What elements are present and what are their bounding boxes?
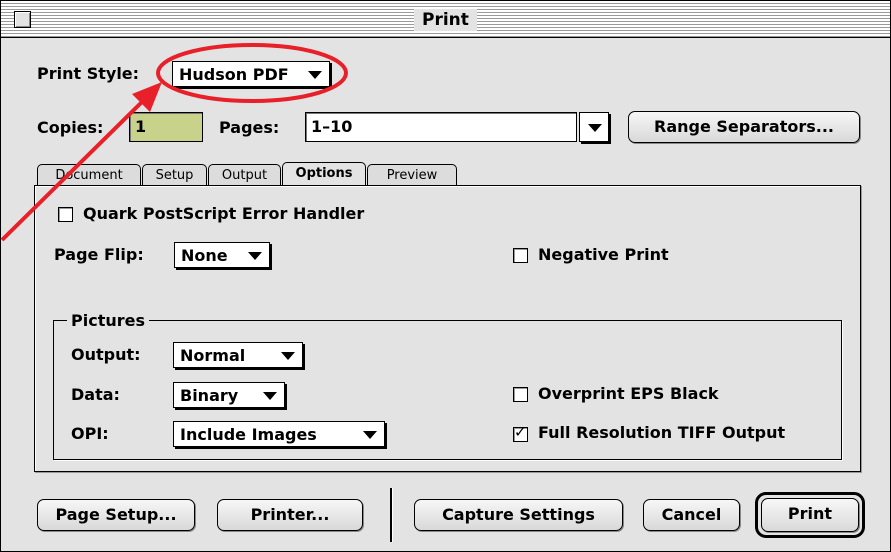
- button-divider: [390, 488, 392, 542]
- negative-print-label: Negative Print: [538, 245, 669, 264]
- window-title: Print: [414, 9, 477, 31]
- title-bar[interactable]: Print: [1, 1, 890, 38]
- full-resolution-tiff-checkbox[interactable]: ✓: [513, 423, 528, 442]
- data-label: Data:: [71, 385, 120, 404]
- capture-settings-button[interactable]: Capture Settings: [414, 499, 623, 531]
- opi-popup[interactable]: Include Images: [173, 421, 385, 447]
- page-setup-button[interactable]: Page Setup...: [37, 499, 195, 531]
- cancel-button[interactable]: Cancel: [643, 499, 740, 531]
- pages-label: Pages:: [219, 118, 280, 137]
- output-label: Output:: [71, 345, 141, 364]
- negative-print-checkbox[interactable]: [513, 248, 528, 263]
- overprint-eps-black-checkbox[interactable]: [513, 387, 528, 402]
- data-value: Binary: [180, 386, 239, 405]
- overprint-eps-black-label: Overprint EPS Black: [538, 384, 719, 403]
- page-flip-value: None: [181, 246, 228, 265]
- printer-button[interactable]: Printer...: [217, 499, 363, 531]
- print-style-popup[interactable]: Hudson PDF: [172, 61, 330, 87]
- range-separators-button[interactable]: Range Separators...: [628, 111, 860, 143]
- dropdown-arrow-icon: [588, 124, 602, 132]
- tab-preview[interactable]: Preview: [367, 164, 457, 186]
- pictures-group-title: Pictures: [67, 311, 149, 331]
- print-button[interactable]: Print: [761, 498, 859, 532]
- opi-value: Include Images: [180, 425, 317, 444]
- close-box[interactable]: [14, 11, 31, 28]
- tab-options[interactable]: Options: [282, 162, 366, 186]
- page-flip-label: Page Flip:: [54, 245, 144, 264]
- dropdown-arrow-icon: [263, 392, 277, 400]
- print-dialog: Print Print Style: Hudson PDF Copies: 1 …: [0, 0, 891, 552]
- print-style-label: Print Style:: [37, 64, 140, 83]
- print-style-value: Hudson PDF: [179, 65, 289, 84]
- dropdown-arrow-icon: [281, 352, 295, 360]
- quark-error-handler-label: Quark PostScript Error Handler: [83, 204, 365, 223]
- pages-menu-button[interactable]: [579, 112, 609, 142]
- tab-document[interactable]: Document: [37, 164, 141, 186]
- page-flip-popup[interactable]: None: [174, 242, 270, 268]
- dropdown-arrow-icon: [248, 252, 262, 260]
- tab-output[interactable]: Output: [208, 164, 281, 186]
- output-popup[interactable]: Normal: [173, 342, 303, 368]
- full-resolution-tiff-label: Full Resolution TIFF Output: [538, 423, 786, 442]
- pages-field[interactable]: 1–10: [305, 112, 577, 142]
- quark-error-handler-checkbox[interactable]: [58, 207, 73, 222]
- copies-field[interactable]: 1: [129, 112, 203, 142]
- checkmark-icon: ✓: [514, 423, 527, 441]
- dropdown-arrow-icon: [308, 71, 322, 79]
- dropdown-arrow-icon: [363, 431, 377, 439]
- opi-label: OPI:: [71, 424, 109, 443]
- data-popup[interactable]: Binary: [173, 382, 285, 408]
- copies-label: Copies:: [37, 118, 104, 137]
- output-value: Normal: [180, 346, 246, 365]
- tab-setup[interactable]: Setup: [142, 164, 207, 186]
